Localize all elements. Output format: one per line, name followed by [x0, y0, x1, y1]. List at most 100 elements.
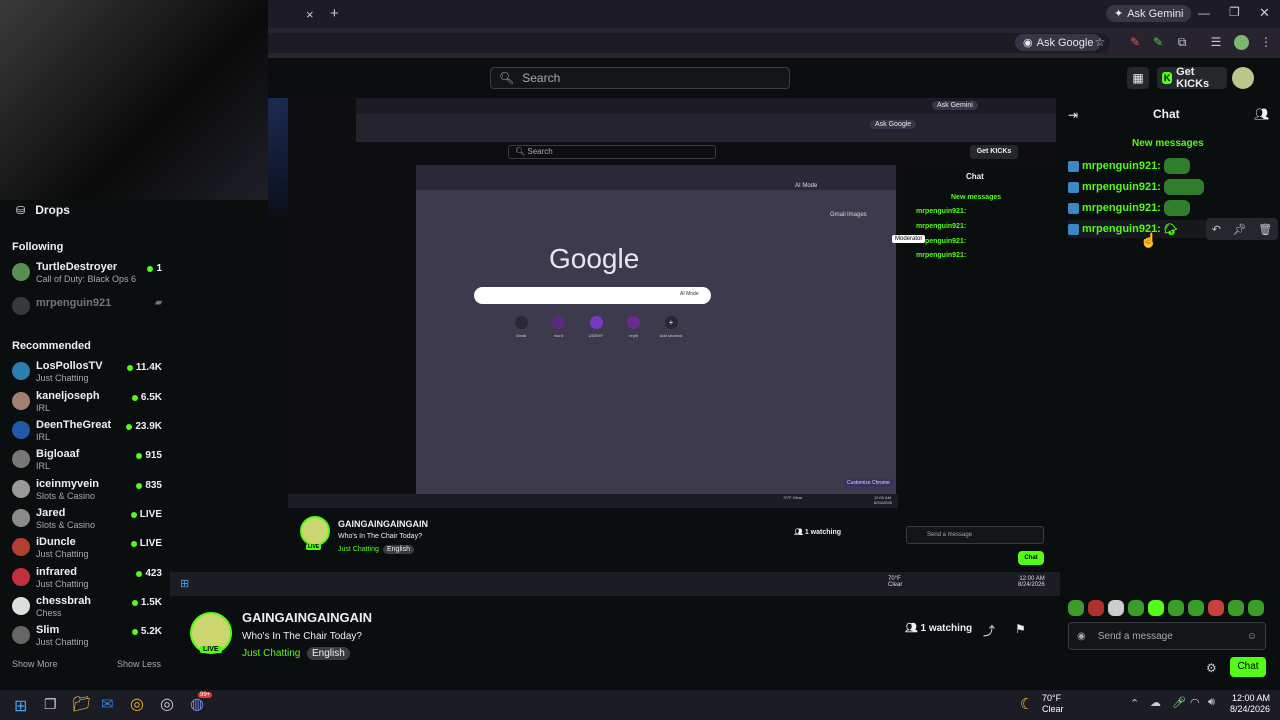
channel-name: kaneljoseph	[36, 390, 100, 402]
tray-chevron-icon[interactable]: ⌃	[1130, 697, 1139, 710]
emote-icon[interactable]	[1128, 600, 1144, 616]
close-tab-icon[interactable]: ×	[306, 7, 314, 22]
address-bar[interactable]	[250, 33, 1110, 53]
avatar	[12, 450, 30, 468]
avatar	[12, 362, 30, 380]
emote-icon[interactable]	[1208, 600, 1224, 616]
menu-kebab-icon[interactable]: ⋮	[1258, 35, 1274, 49]
layout-toggle-icon[interactable]: ▦	[1127, 67, 1149, 89]
viewer-count: 915	[136, 450, 162, 461]
minimize-icon[interactable]: —	[1198, 6, 1210, 20]
stream-category-link[interactable]: Just Chatting	[242, 648, 300, 659]
drops-link[interactable]: ⛁ Drops	[16, 203, 70, 217]
outlook-icon[interactable]: ✉	[101, 695, 114, 713]
chrome-icon[interactable]: ◎	[130, 694, 144, 714]
recommended-item[interactable]: iDuncle Just Chatting LIVE	[12, 536, 162, 562]
volume-icon[interactable]: 🔊︎	[1208, 696, 1215, 709]
show-more-link[interactable]: Show More	[12, 659, 58, 669]
chat-identity-icon[interactable]: ◉	[1077, 631, 1086, 642]
share-icon[interactable]: ⤴	[983, 622, 995, 639]
recommended-item[interactable]: Jared Slots & Casino LIVE	[12, 507, 162, 533]
chat-input-placeholder: Send a message	[1097, 630, 1173, 642]
emote-icon[interactable]	[1188, 600, 1204, 616]
chat-message[interactable]: mrpenguin921:	[1068, 199, 1190, 217]
emote-icon[interactable]	[1248, 600, 1264, 616]
following-heading: Following	[12, 241, 64, 253]
recommended-item[interactable]: infrared Just Chatting 423	[12, 566, 162, 592]
channel-name: Slim	[36, 624, 60, 636]
chat-settings-icon[interactable]: ⚙	[1206, 661, 1217, 675]
user-avatar[interactable]	[1232, 67, 1254, 89]
extension-pen-icon[interactable]: ✎	[1150, 35, 1166, 49]
emote-icon[interactable]	[1228, 600, 1244, 616]
more-options-icon[interactable]: ⚑	[1015, 622, 1026, 636]
cloud-icon[interactable]: ☁	[1150, 696, 1161, 709]
weather-widget[interactable]: 70°F Clear	[1042, 693, 1064, 715]
recommended-item[interactable]: LosPollosTV Just Chatting 11.4K	[12, 360, 162, 386]
shortcut: word	[544, 316, 574, 346]
emote-icon[interactable]	[1168, 600, 1184, 616]
reading-list-icon[interactable]: ☰	[1208, 35, 1224, 49]
channel-name: mrpenguin921	[36, 297, 112, 309]
emote-icon[interactable]	[1108, 600, 1124, 616]
bookmark-star-icon[interactable]: ☆	[1092, 35, 1108, 49]
ask-google-button[interactable]: ◉ Ask Google	[1015, 34, 1102, 51]
collapse-chat-icon[interactable]: ⇥	[1068, 108, 1078, 122]
chat-message[interactable]: mrpenguin921:	[1068, 157, 1190, 175]
recommended-item[interactable]: chessbrah Chess 1.5K	[12, 595, 162, 621]
reply-icon[interactable]: ↶	[1212, 223, 1221, 236]
live-dot	[136, 482, 143, 489]
chat-username[interactable]: mrpenguin921:	[1082, 160, 1161, 172]
chat-input[interactable]: ◉ Send a message ☺	[1068, 622, 1266, 650]
avatar	[12, 263, 30, 281]
inner-google-chrome	[416, 165, 896, 190]
delete-icon[interactable]: 🗑︎	[1258, 223, 1272, 236]
wifi-icon[interactable]: ◠	[1190, 696, 1200, 709]
close-window-icon[interactable]: ✕	[1259, 5, 1270, 21]
kick-coin-icon: K	[1162, 72, 1173, 84]
extension-icon[interactable]: ✎	[1127, 35, 1143, 49]
search-input[interactable]: 🔍︎ Search	[490, 67, 790, 89]
get-kicks-button[interactable]: K Get KICKs	[1157, 66, 1227, 90]
viewer-count: 23.9K	[126, 421, 162, 432]
recommended-item[interactable]: Slim Just Chatting 5.2K	[12, 624, 162, 650]
streamer-name[interactable]: GAINGAINGAINGAIN	[242, 610, 372, 625]
channel-name: iceinmyvein	[36, 478, 99, 490]
profile-avatar[interactable]	[1234, 35, 1249, 50]
emote-icon[interactable]	[1088, 600, 1104, 616]
chrome-alt-icon[interactable]: ◎	[160, 694, 174, 714]
show-less-link[interactable]: Show Less	[117, 659, 161, 669]
pin-icon[interactable]: 📌︎	[1233, 223, 1247, 236]
shortcut-label: word	[554, 333, 563, 338]
recommended-item[interactable]: DeenTheGreat IRL 23.9K	[12, 419, 162, 445]
new-messages-divider[interactable]: New messages	[1132, 138, 1204, 149]
chat-users-icon[interactable]: 👥︎	[1254, 107, 1269, 121]
chat-username[interactable]: mrpenguin921:	[1082, 181, 1161, 193]
chat-message[interactable]: mrpenguin921:	[1068, 178, 1204, 196]
viewer-count-text: 1	[156, 263, 162, 274]
send-chat-button[interactable]: Chat	[1230, 657, 1266, 677]
sidebar: ⛁ Drops Following TurtleDestroyer Call o…	[0, 200, 170, 690]
emote-icon[interactable]	[1068, 600, 1084, 616]
recommended-item[interactable]: Bigloaaf IRL 915	[12, 448, 162, 474]
new-tab-button[interactable]: +	[330, 5, 339, 22]
start-icon[interactable]: ⊞	[14, 696, 27, 716]
task-view-icon[interactable]: ❐	[44, 696, 57, 713]
following-item[interactable]: TurtleDestroyer Call of Duty: Black Ops …	[12, 261, 162, 287]
emote-icon[interactable]	[1148, 600, 1164, 616]
extensions-puzzle-icon[interactable]: ⧉	[1174, 35, 1190, 50]
chat-username[interactable]: mrpenguin921:	[1082, 202, 1161, 214]
inner-images-link: Images	[847, 212, 867, 218]
mic-icon[interactable]: 🎤︎	[1172, 696, 1186, 709]
recommended-item[interactable]: kaneljoseph IRL 6.5K	[12, 390, 162, 416]
recommended-item[interactable]: iceinmyvein Slots & Casino 835	[12, 478, 162, 504]
file-explorer-icon[interactable]: 📁︎	[72, 695, 91, 713]
chat-title: Chat	[1153, 107, 1180, 121]
following-item[interactable]: mrpenguin921 ▰	[12, 295, 162, 321]
clock[interactable]: 12:00 AM 8/24/2026	[1230, 693, 1270, 715]
restore-icon[interactable]: ❐	[1229, 5, 1240, 19]
inner-stream-info: LIVE GAINGAINGAINGAIN Who's In The Chair…	[288, 510, 902, 570]
emoji-picker-icon[interactable]: ☺	[1247, 631, 1257, 642]
ask-gemini-button[interactable]: ✦ Ask Gemini	[1106, 5, 1192, 22]
language-tag[interactable]: English	[307, 647, 350, 660]
